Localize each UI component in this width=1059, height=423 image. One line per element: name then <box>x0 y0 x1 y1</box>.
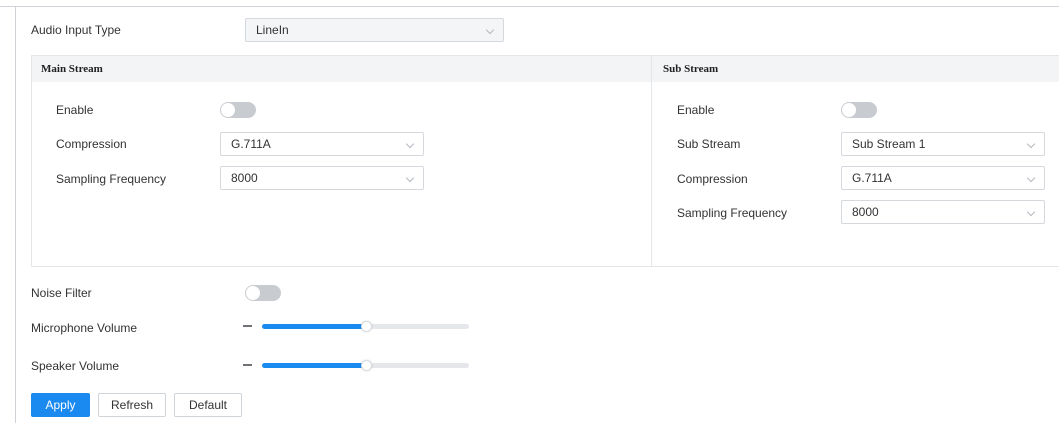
default-button[interactable]: Default <box>174 393 242 417</box>
sub-stream-select-value: Sub Stream 1 <box>852 137 926 151</box>
sub-enable-label: Enable <box>677 103 715 117</box>
noise-filter-label: Noise Filter <box>31 286 92 300</box>
main-sampling-frequency-select[interactable]: 8000 <box>220 166 424 190</box>
chevron-down-icon <box>485 25 495 35</box>
microphone-volume-label: Microphone Volume <box>31 321 138 335</box>
audio-input-type-value: LineIn <box>256 23 289 37</box>
sub-sampling-frequency-select[interactable]: 8000 <box>841 200 1045 224</box>
main-compression-select[interactable]: G.711A <box>220 132 424 156</box>
main-sampling-frequency-value: 8000 <box>231 171 258 185</box>
chevron-down-icon <box>405 173 415 183</box>
chevron-down-icon <box>1026 173 1036 183</box>
main-stream-header: Main Stream <box>32 56 651 82</box>
main-stream-panel: Main Stream <box>31 55 652 267</box>
sub-stream-select-label: Sub Stream <box>677 137 741 151</box>
sub-enable-toggle[interactable] <box>841 102 877 118</box>
noise-filter-toggle[interactable] <box>245 285 281 301</box>
sub-sampling-frequency-label: Sampling Frequency <box>677 206 788 220</box>
sub-stream-select[interactable]: Sub Stream 1 <box>841 132 1045 156</box>
sub-compression-label: Compression <box>677 172 748 186</box>
refresh-button[interactable]: Refresh <box>98 393 166 417</box>
sub-compression-select[interactable]: G.711A <box>841 166 1045 190</box>
main-compression-label: Compression <box>56 137 127 151</box>
slider-track[interactable] <box>262 321 469 332</box>
minus-icon[interactable] <box>243 364 252 366</box>
slider-track[interactable] <box>262 360 469 371</box>
chevron-down-icon <box>405 139 415 149</box>
main-enable-toggle[interactable] <box>220 102 256 118</box>
toggle-knob <box>221 103 235 117</box>
sub-compression-value: G.711A <box>852 171 892 185</box>
audio-input-type-label: Audio Input Type <box>31 23 121 37</box>
sub-stream-header: Sub Stream <box>652 56 1059 82</box>
speaker-volume-slider[interactable] <box>243 358 469 372</box>
slider-fill <box>262 363 366 368</box>
microphone-volume-slider[interactable] <box>243 319 469 333</box>
slider-thumb[interactable] <box>361 321 372 332</box>
slider-thumb[interactable] <box>361 360 372 371</box>
minus-icon[interactable] <box>243 325 252 327</box>
audio-input-type-select[interactable]: LineIn <box>245 18 504 42</box>
toggle-knob <box>246 286 260 300</box>
frame-left-border <box>15 6 16 423</box>
main-compression-value: G.711A <box>231 137 271 151</box>
chevron-down-icon <box>1026 207 1036 217</box>
main-stream-title: Main Stream <box>41 63 103 75</box>
main-sampling-frequency-label: Sampling Frequency <box>56 172 167 186</box>
apply-button[interactable]: Apply <box>31 393 90 417</box>
chevron-down-icon <box>1026 139 1036 149</box>
sub-sampling-frequency-value: 8000 <box>852 205 879 219</box>
sub-stream-title: Sub Stream <box>663 63 719 75</box>
main-enable-label: Enable <box>56 103 94 117</box>
speaker-volume-label: Speaker Volume <box>31 359 120 373</box>
slider-fill <box>262 324 366 329</box>
toggle-knob <box>842 103 856 117</box>
frame-top-border <box>0 6 1059 7</box>
sub-stream-panel: Sub Stream <box>651 55 1059 267</box>
